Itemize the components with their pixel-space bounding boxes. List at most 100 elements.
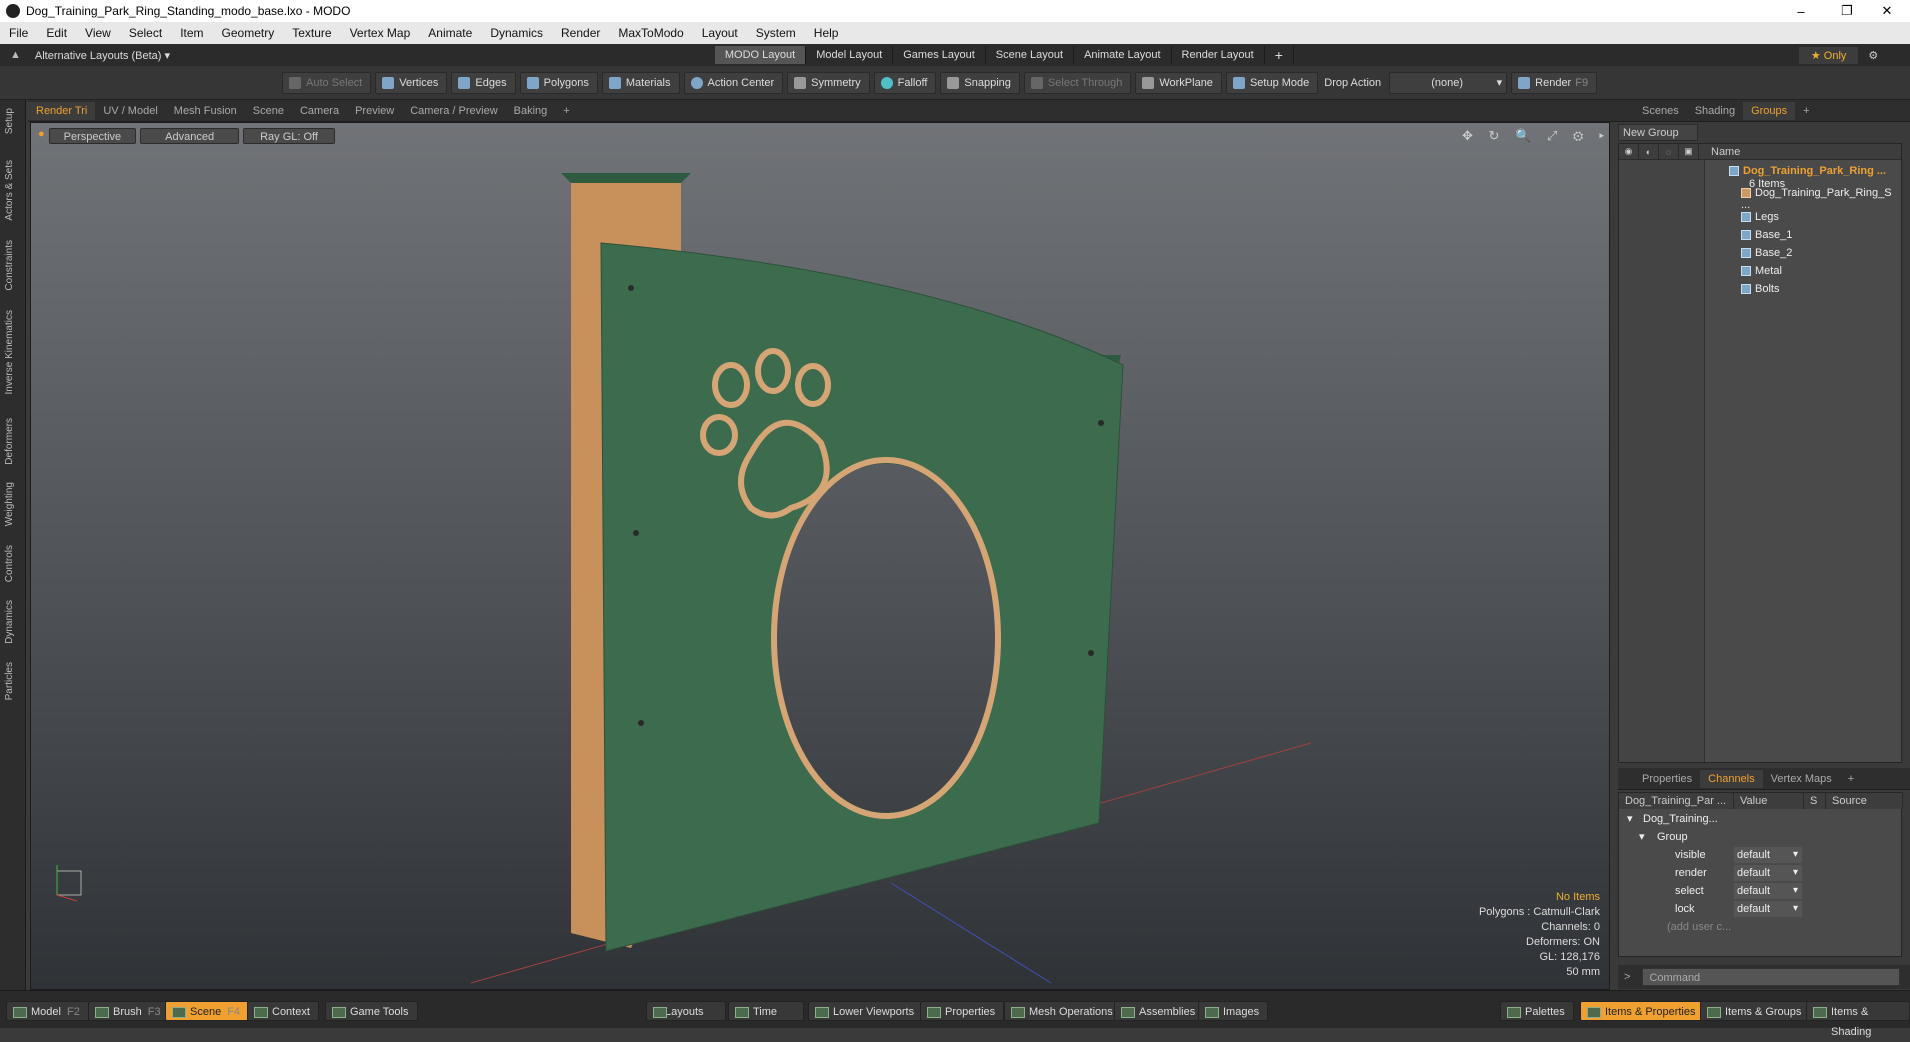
vertices-button[interactable]: Vertices <box>375 71 448 94</box>
tab-groups[interactable]: Groups <box>1743 101 1796 120</box>
falloff-button[interactable]: Falloff <box>873 71 937 94</box>
tab-mesh-fusion[interactable]: Mesh Fusion <box>166 102 245 120</box>
mesh-operations-button[interactable]: Mesh Operations <box>1004 1001 1122 1021</box>
menu-maxtomodo[interactable]: MaxToModo <box>609 26 692 40</box>
tab-particles[interactable]: Particles <box>4 662 15 700</box>
properties-button[interactable]: Properties <box>920 1001 1005 1021</box>
list-item[interactable]: Bolts <box>1619 280 1903 298</box>
tab-dynamics[interactable]: Dynamics <box>4 600 15 644</box>
assemblies-button[interactable]: Assemblies <box>1114 1001 1205 1021</box>
tab-render-layout[interactable]: Render Layout <box>1172 46 1265 64</box>
viewport-nav-icons[interactable]: ✥ ↻ 🔍 ⤢ ⚙ ▸ <box>1462 128 1610 144</box>
add-layout-button[interactable]: + <box>1265 46 1294 64</box>
tab-modo-layout[interactable]: MODO Layout <box>714 46 807 64</box>
channel-group-row[interactable]: ▾ Group <box>1619 828 1903 846</box>
tab-properties[interactable]: Properties <box>1634 770 1700 788</box>
select-value-select[interactable]: default <box>1734 883 1802 899</box>
drop-action-select[interactable]: (none) ▾ <box>1389 71 1508 94</box>
items-shading-button[interactable]: Items & Shading <box>1806 1001 1910 1038</box>
tab-preview[interactable]: Preview <box>347 102 402 120</box>
scene-button[interactable]: Scene F4 <box>165 1001 250 1021</box>
collapse-icon[interactable]: ▲ <box>10 49 21 61</box>
3d-viewport[interactable] <box>30 122 1610 990</box>
tab-deformers[interactable]: Deformers <box>4 418 15 465</box>
edges-button[interactable]: Edges <box>451 71 516 94</box>
workplane-button[interactable]: WorkPlane <box>1135 71 1222 94</box>
polygons-button[interactable]: Polygons <box>519 71 598 94</box>
menu-help[interactable]: Help <box>805 26 848 40</box>
tab-animate-layout[interactable]: Animate Layout <box>1074 46 1172 64</box>
close-button[interactable]: ✕ <box>1864 0 1910 22</box>
tab-scene-layout[interactable]: Scene Layout <box>986 46 1075 64</box>
tab-camera-preview[interactable]: Camera / Preview <box>402 102 505 120</box>
menu-edit[interactable]: Edit <box>37 26 76 40</box>
model-button[interactable]: Model F2 <box>6 1001 89 1021</box>
list-item[interactable]: Dog_Training_Park_Ring_S ... <box>1619 187 1903 211</box>
tab-render-tri[interactable]: Render Tri <box>28 101 96 120</box>
menu-texture[interactable]: Texture <box>283 26 340 40</box>
auto-select-button[interactable]: Auto Select <box>282 71 372 94</box>
render-value-select[interactable]: default <box>1734 865 1802 881</box>
expand-icon[interactable]: ▾ <box>1627 810 1633 828</box>
menu-animate[interactable]: Animate <box>419 26 481 40</box>
tab-shading[interactable]: Shading <box>1687 102 1743 120</box>
tab-scene[interactable]: Scene <box>245 102 292 120</box>
tab-model-layout[interactable]: Model Layout <box>806 46 894 64</box>
channel-row-lock[interactable]: lock default <box>1619 900 1903 918</box>
only-toggle[interactable]: ★ Only <box>1798 46 1859 64</box>
items-groups-button[interactable]: Items & Groups <box>1700 1001 1811 1021</box>
menu-layout[interactable]: Layout <box>693 26 747 40</box>
layouts-button[interactable]: Layouts <box>646 1001 726 1021</box>
select-icon[interactable]: ◌ <box>1659 143 1679 160</box>
tab-inverse-kinematics[interactable]: Inverse Kinematics <box>4 310 15 394</box>
tab-games-layout[interactable]: Games Layout <box>893 46 986 64</box>
channel-row-render[interactable]: render default <box>1619 864 1903 882</box>
brush-button[interactable]: Brush F3 <box>88 1001 170 1021</box>
minimize-button[interactable]: – <box>1778 0 1824 22</box>
channel-row-select[interactable]: select default <box>1619 882 1903 900</box>
new-group-button[interactable]: New Group <box>1618 124 1698 141</box>
menu-system[interactable]: System <box>747 26 805 40</box>
alternative-layouts-dropdown[interactable]: Alternative Layouts (Beta) ▾ <box>35 49 715 62</box>
action-center-button[interactable]: Action Center <box>683 71 784 94</box>
list-item[interactable]: Legs <box>1619 208 1903 226</box>
game-tools-button[interactable]: Game Tools <box>325 1001 418 1021</box>
menu-select[interactable]: Select <box>120 26 171 40</box>
channel-row-visible[interactable]: visible default <box>1619 846 1903 864</box>
tab-actors-sets[interactable]: Actors & Sets <box>4 160 15 221</box>
symmetry-button[interactable]: Symmetry <box>787 71 870 94</box>
settings-gear-icon[interactable]: ⚙ <box>1868 49 1878 62</box>
tab-controls[interactable]: Controls <box>4 545 15 582</box>
menu-geometry[interactable]: Geometry <box>213 26 284 40</box>
snapping-button[interactable]: Snapping <box>940 71 1020 94</box>
list-item[interactable]: Base_2 <box>1619 244 1903 262</box>
channel-item-row[interactable]: ▾ Dog_Training... <box>1619 810 1903 828</box>
add-user-channel-row[interactable]: (add user c... <box>1619 918 1903 936</box>
command-input[interactable]: Command <box>1642 968 1901 986</box>
tab-scenes[interactable]: Scenes <box>1634 102 1687 120</box>
time-button[interactable]: Time <box>728 1001 804 1021</box>
visibility-eye-icon[interactable]: ◉ <box>1619 143 1639 160</box>
render-button[interactable]: Render F9 <box>1511 71 1598 94</box>
menu-view[interactable]: View <box>76 26 120 40</box>
menu-render[interactable]: Render <box>552 26 609 40</box>
tab-channels[interactable]: Channels <box>1700 769 1763 788</box>
tab-camera[interactable]: Camera <box>292 102 347 120</box>
palettes-button[interactable]: Palettes <box>1500 1001 1574 1021</box>
tab-weighting[interactable]: Weighting <box>4 482 15 526</box>
lower-viewports-button[interactable]: Lower Viewports <box>808 1001 924 1021</box>
menu-vertex-map[interactable]: Vertex Map <box>341 26 420 40</box>
context-button[interactable]: Context <box>247 1001 319 1021</box>
shading-dropdown[interactable]: Advanced <box>140 128 240 144</box>
menu-item[interactable]: Item <box>171 26 212 40</box>
tab-constraints[interactable]: Constraints <box>4 240 15 291</box>
raygl-dropdown[interactable]: Ray GL: Off <box>243 128 335 144</box>
render-icon[interactable]: ◐ <box>1639 143 1659 160</box>
add-properties-tab-button[interactable]: + <box>1840 770 1862 788</box>
visible-value-select[interactable]: default <box>1734 847 1802 863</box>
items-properties-button[interactable]: Items & Properties <box>1580 1001 1705 1021</box>
select-through-button[interactable]: Select Through <box>1023 71 1132 94</box>
lock-icon[interactable]: ▣ <box>1679 143 1699 160</box>
tab-setup[interactable]: Setup <box>4 108 15 134</box>
tab-vertex-maps[interactable]: Vertex Maps <box>1763 770 1840 788</box>
